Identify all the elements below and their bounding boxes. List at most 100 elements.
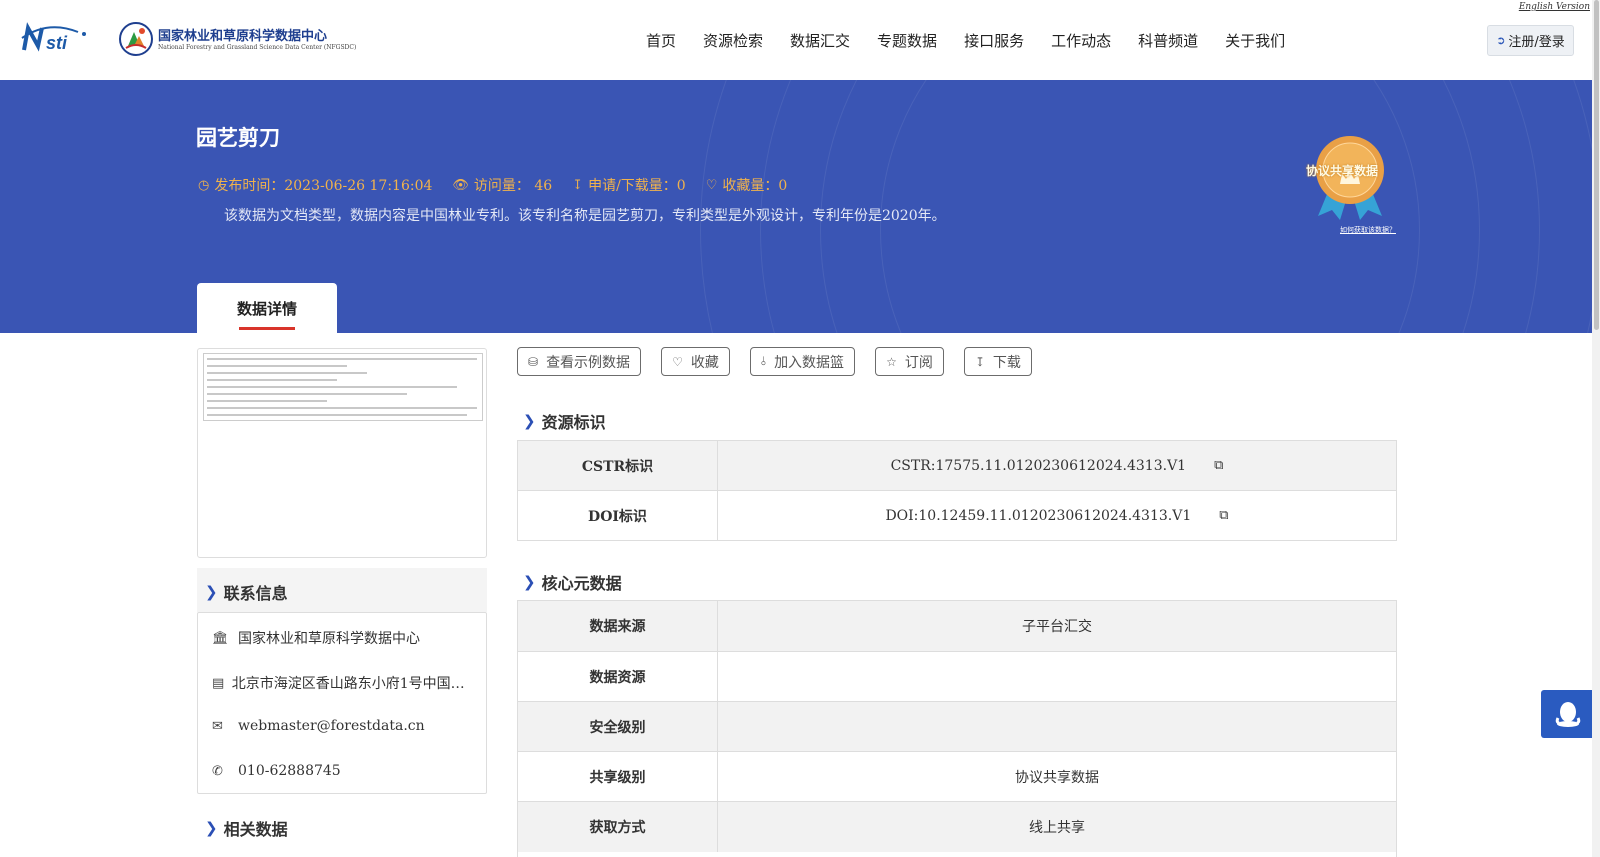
table-row: 数据资源 — [518, 652, 1396, 702]
publish-time-text: 发布时间：2023-06-26 17:16:04 — [214, 178, 433, 194]
nav-api-service[interactable]: 接口服务 — [964, 30, 1024, 51]
nfgsdc-emblem-icon — [119, 22, 153, 56]
heart-icon: ♡ — [672, 354, 683, 369]
table-key: 共享级别 — [518, 752, 718, 801]
resource-id-table: CSTR标识 CSTR:17575.11.0120230612024.4313.… — [517, 440, 1397, 541]
table-key: 数据资源 — [518, 652, 718, 701]
contact-org: 🏛 国家林业和草原科学数据中心 — [212, 628, 472, 648]
core-metadata-section-title: ❯ 核心元数据 — [523, 570, 622, 594]
table-value: 协议共享数据 — [1015, 769, 1099, 786]
main-nav: 首页 资源检索 数据汇交 专题数据 接口服务 工作动态 科普频道 关于我们 — [646, 30, 1312, 51]
table-row: 安全级别 — [518, 702, 1396, 752]
dataset-title: 园艺剪刀 — [196, 126, 280, 150]
nav-resource-search[interactable]: 资源检索 — [703, 30, 763, 51]
heart-icon: ♡ — [705, 177, 718, 193]
copy-icon[interactable]: ⧉ — [1214, 458, 1223, 473]
dataset-banner: 园艺剪刀 ◷ 发布时间：2023-06-26 17:16:04 👁 访问量： 46 … — [0, 80, 1592, 333]
nav-work-news[interactable]: 工作动态 — [1051, 30, 1111, 51]
map-icon: ▤ — [212, 675, 225, 691]
contact-email-text[interactable]: webmaster@forestdata.cn — [238, 718, 425, 734]
thumbnail-preview — [203, 353, 483, 421]
contact-address-text: 北京市海淀区香山路东小府1号中国林业科学研究院 — [231, 676, 472, 692]
table-value: 子平台汇交 — [1022, 619, 1092, 635]
tab-data-details-label: 数据详情 — [236, 300, 297, 318]
publish-time: ◷ 发布时间：2023-06-26 17:16:04 — [198, 175, 432, 195]
add-to-basket-label: 加入数据篮 — [774, 354, 845, 371]
table-key: CSTR标识 — [518, 441, 718, 490]
clock-icon: ◷ — [198, 177, 210, 193]
share-icon: ⫰ — [760, 354, 767, 368]
table-row: 共享级别 协议共享数据 — [518, 752, 1396, 802]
nav-data-submission[interactable]: 数据汇交 — [790, 30, 850, 51]
scrollbar-thumb[interactable] — [1594, 0, 1599, 330]
cstr-value: CSTR:17575.11.0120230612024.4313.V1 — [890, 457, 1187, 474]
contact-email: ✉ webmaster@forestdata.cn — [212, 718, 472, 734]
table-value: 线上共享 — [1029, 820, 1085, 836]
view-sample-button[interactable]: ⛁ 查看示例数据 — [517, 347, 642, 376]
table-key: DOI标识 — [518, 491, 718, 540]
nfgsdc-logo[interactable]: 国家林业和草原科学数据中心 National Forestry and Gras… — [118, 20, 356, 60]
table-row: 数据来源 子平台汇交 — [518, 601, 1396, 652]
login-button[interactable]: ➲ 注册/登录 — [1487, 25, 1574, 56]
doi-value: DOI:10.12459.11.0120230612024.4313.V1 — [885, 507, 1192, 524]
related-title-text: 相关数据 — [223, 820, 288, 839]
download-button[interactable]: ↧ 下载 — [963, 347, 1032, 376]
chevron-right-icon: ❯ — [205, 819, 218, 837]
visit-count-text: 访问量： 46 — [473, 178, 553, 194]
contact-info-box: 🏛 国家林业和草原科学数据中心 ▤ 北京市海淀区香山路东小府1号中国林业科学研究… — [197, 612, 487, 794]
favorite-count: ♡ 收藏量：0 — [706, 175, 788, 195]
qq-penguin-icon — [1555, 702, 1581, 727]
nav-home[interactable]: 首页 — [646, 30, 676, 51]
envelope-icon: ✉ — [212, 718, 223, 734]
table-row: 获取方式 线上共享 — [518, 802, 1396, 852]
favorite-count-text: 收藏量：0 — [722, 178, 788, 194]
chevron-right-icon: ❯ — [523, 412, 536, 430]
phone-icon: ✆ — [212, 763, 223, 779]
center-name-cn: 国家林业和草原科学数据中心 — [158, 29, 328, 44]
download-icon: ↧ — [974, 354, 985, 369]
resource-id-section-title: ❯ 资源标识 — [523, 409, 606, 433]
english-version-link[interactable]: English Version — [1519, 2, 1590, 12]
contact-title-text: 联系信息 — [223, 584, 288, 603]
document-thumbnail[interactable] — [197, 348, 487, 558]
nsti-logo[interactable]: sti — [18, 22, 98, 56]
nav-about-us[interactable]: 关于我们 — [1225, 30, 1285, 51]
institution-icon: 🏛 — [212, 630, 229, 646]
login-label: 注册/登录 — [1508, 35, 1565, 50]
table-row: CSTR标识 CSTR:17575.11.0120230612024.4313.… — [518, 441, 1396, 491]
table-value: CSTR:17575.11.0120230612024.4313.V1 ⧉ — [718, 441, 1396, 490]
badge-label: 协议共享数据 — [1306, 164, 1379, 178]
contact-phone: ✆ 010-62888745 — [212, 763, 472, 779]
download-label: 下载 — [992, 354, 1021, 371]
resource-id-title-text: 资源标识 — [541, 413, 606, 432]
how-to-get-data-link[interactable]: 如何获取该数据？ — [1340, 225, 1396, 235]
dataset-description: 该数据为文档类型，数据内容是中国林业专利。该专利名称是园艺剪刀，专利类型是外观设… — [224, 208, 946, 224]
visit-count: 👁 访问量： 46 — [452, 175, 552, 195]
database-icon: ⛁ — [528, 354, 539, 369]
nav-thematic-data[interactable]: 专题数据 — [877, 30, 937, 51]
chevron-right-icon: ❯ — [523, 573, 536, 591]
table-key: 获取方式 — [518, 802, 718, 852]
star-icon: ☆ — [886, 354, 897, 369]
favorite-button[interactable]: ♡ 收藏 — [661, 347, 730, 376]
copy-icon[interactable]: ⧉ — [1219, 508, 1228, 523]
nav-science-channel[interactable]: 科普频道 — [1138, 30, 1198, 51]
chevron-right-icon: ❯ — [205, 583, 218, 601]
subscribe-button[interactable]: ☆ 订阅 — [875, 347, 944, 376]
download-count-text: 申请/下载量：0 — [588, 178, 686, 194]
table-row: DOI标识 DOI:10.12459.11.0120230612024.4313… — [518, 491, 1396, 540]
dataset-meta: ◷ 发布时间：2023-06-26 17:16:04 👁 访问量： 46 ↧ 申请/下… — [198, 175, 807, 195]
table-key: 安全级别 — [518, 702, 718, 751]
table-value — [718, 702, 1396, 751]
contact-phone-text: 010-62888745 — [238, 763, 341, 779]
core-metadata-title-text: 核心元数据 — [541, 574, 622, 593]
add-to-basket-button[interactable]: ⫰ 加入数据篮 — [749, 347, 856, 376]
sign-in-icon: ➲ — [1496, 34, 1506, 47]
table-key: 数据来源 — [518, 601, 718, 651]
download-icon: ↧ — [572, 177, 584, 193]
tab-data-details[interactable]: 数据详情 — [197, 283, 337, 333]
favorite-label: 收藏 — [690, 354, 719, 371]
subscribe-label: 订阅 — [904, 354, 933, 371]
contact-section-title: ❯ 联系信息 — [205, 580, 288, 604]
qq-chat-button[interactable] — [1541, 690, 1595, 738]
